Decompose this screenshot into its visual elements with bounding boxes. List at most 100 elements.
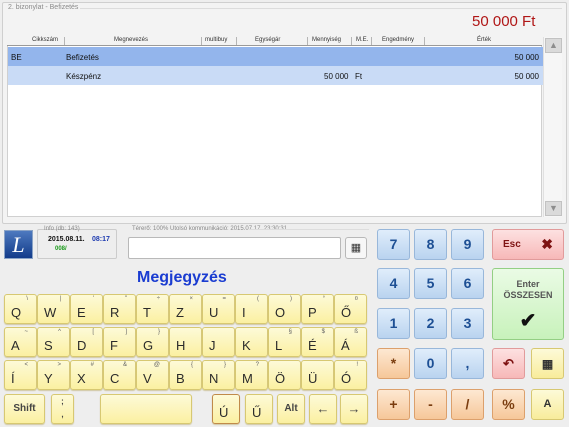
col-cikkszam[interactable]: Cikkszám (32, 37, 58, 43)
col-engedmeny[interactable]: Engedmény (382, 37, 414, 43)
key-multiply[interactable]: * (377, 348, 410, 379)
key-5[interactable]: 5 (414, 268, 447, 299)
key-f[interactable]: ] F (103, 327, 136, 357)
legend-divider (80, 8, 562, 9)
key-z[interactable]: × Z (169, 294, 202, 324)
remark-title: Megjegyzés (137, 269, 227, 286)
info-code: 008/ (55, 246, 67, 252)
close-icon: ✖ (541, 236, 553, 252)
cell-qty: 50 000 (324, 72, 349, 81)
key-1[interactable]: 1 (377, 308, 410, 339)
calculator-button[interactable]: ▦ (531, 348, 564, 379)
key-n[interactable]: } N (202, 360, 235, 390)
key-minus[interactable]: - (414, 389, 447, 420)
key-x[interactable]: # X (70, 360, 103, 390)
key-2[interactable]: 2 (414, 308, 447, 339)
key-e[interactable]: ' E (70, 294, 103, 324)
col-separator (424, 37, 425, 45)
key-e-acute[interactable]: $ É (301, 327, 334, 357)
key-y[interactable]: > Y (37, 360, 70, 390)
key-u[interactable]: = U (202, 294, 235, 324)
alt-key[interactable]: Alt (277, 394, 305, 424)
key-6[interactable]: 6 (451, 268, 484, 299)
key-8[interactable]: 8 (414, 229, 447, 260)
key-0[interactable]: 0 (414, 348, 447, 379)
table-scrollbar[interactable]: ▲ ▼ (543, 37, 562, 217)
col-separator (64, 37, 65, 45)
key-j[interactable]: J (202, 327, 235, 357)
font-size-button[interactable]: A (531, 389, 564, 420)
arrow-left-key[interactable]: ← (309, 394, 337, 424)
key-t[interactable]: ÷ T (136, 294, 169, 324)
key-7[interactable]: 7 (377, 229, 410, 260)
col-separator (307, 37, 308, 45)
key-a[interactable]: ~ A (4, 327, 37, 357)
key-9[interactable]: 9 (451, 229, 484, 260)
key-4[interactable]: 4 (377, 268, 410, 299)
key-comma[interactable]: , (451, 348, 484, 379)
cell-code: BE (11, 53, 22, 62)
calendar-button[interactable]: ▦ (345, 237, 367, 259)
key-p[interactable]: ° P (301, 294, 334, 324)
col-multibuy[interactable]: multibuy (205, 37, 227, 43)
key-plus[interactable]: + (377, 389, 410, 420)
table-row[interactable]: BE Befizetés 50 000 (8, 47, 543, 66)
cell-value: 50 000 (514, 72, 539, 81)
key-i-acute[interactable]: < Í (4, 360, 37, 390)
key-q[interactable]: \ Q (4, 294, 37, 324)
key-o-umlaut[interactable]: Ö (268, 360, 301, 390)
col-me[interactable]: M.E. (356, 37, 368, 43)
cell-name: Befizetés (66, 53, 99, 62)
key-divide[interactable]: / (451, 389, 484, 420)
key-m[interactable]: ? M (235, 360, 268, 390)
calculator-icon: ▦ (541, 357, 554, 371)
key-w[interactable]: | W (37, 294, 70, 324)
key-g[interactable]: } G (136, 327, 169, 357)
table-row[interactable]: Készpénz 50 000 Ft 50 000 (8, 66, 543, 85)
shift-key[interactable]: Shift (4, 394, 45, 424)
key-o[interactable]: ) O (268, 294, 301, 324)
scroll-up-icon[interactable]: ▲ (545, 38, 562, 53)
key-u-double-acute[interactable]: Ű (245, 394, 273, 424)
key-semicolon[interactable]: ;, (51, 394, 74, 424)
key-o-acute[interactable]: ! Ó (334, 360, 367, 390)
cell-name: Készpénz (66, 72, 102, 81)
key-c[interactable]: & C (103, 360, 136, 390)
key-v[interactable]: @ V (136, 360, 169, 390)
font-size-icon: A (543, 398, 552, 410)
key-d[interactable]: [D (70, 327, 103, 357)
col-separator (371, 37, 372, 45)
key-k[interactable]: K (235, 327, 268, 357)
col-mennyiseg[interactable]: Mennyiség (312, 37, 341, 43)
key-s[interactable]: ^ S (37, 327, 70, 357)
col-separator (236, 37, 237, 45)
col-egysegar[interactable]: Egységár (255, 37, 280, 43)
key-b[interactable]: {B (169, 360, 202, 390)
esc-label: Esc (503, 239, 521, 250)
key-r[interactable]: " R (103, 294, 136, 324)
col-separator (201, 37, 202, 45)
key-o-double-acute[interactable]: ¤ Ő (334, 294, 367, 324)
key-h[interactable]: H (169, 327, 202, 357)
key-a-acute[interactable]: ßÁ (334, 327, 367, 357)
col-separator (351, 37, 352, 45)
remark-input[interactable] (128, 237, 341, 259)
key-l[interactable]: § L (268, 327, 301, 357)
key-3[interactable]: 3 (451, 308, 484, 339)
items-table: BE Befizetés 50 000 Készpénz 50 000 Ft 5… (7, 46, 543, 217)
scroll-down-icon[interactable]: ▼ (545, 201, 562, 216)
esc-button[interactable]: Esc ✖ (492, 229, 564, 260)
key-u-umlaut[interactable]: Ü (301, 360, 334, 390)
calendar-icon: ▦ (350, 242, 362, 254)
col-megnevezes[interactable]: Megnevezés (114, 37, 148, 43)
key-semicolon-bottom: , (61, 410, 64, 419)
space-key[interactable] (100, 394, 192, 424)
arrow-right-key[interactable]: → (340, 394, 368, 424)
enter-total-button[interactable]: Enter ÖSSZESEN ✔ (492, 268, 564, 340)
key-i[interactable]: (I (235, 294, 268, 324)
key-percent[interactable]: % (492, 389, 525, 420)
key-u-acute[interactable]: Ú (212, 394, 240, 424)
arrow-left-icon: ← (316, 401, 330, 416)
col-ertek[interactable]: Érték (477, 37, 491, 43)
undo-button[interactable]: ↶ (492, 348, 525, 379)
